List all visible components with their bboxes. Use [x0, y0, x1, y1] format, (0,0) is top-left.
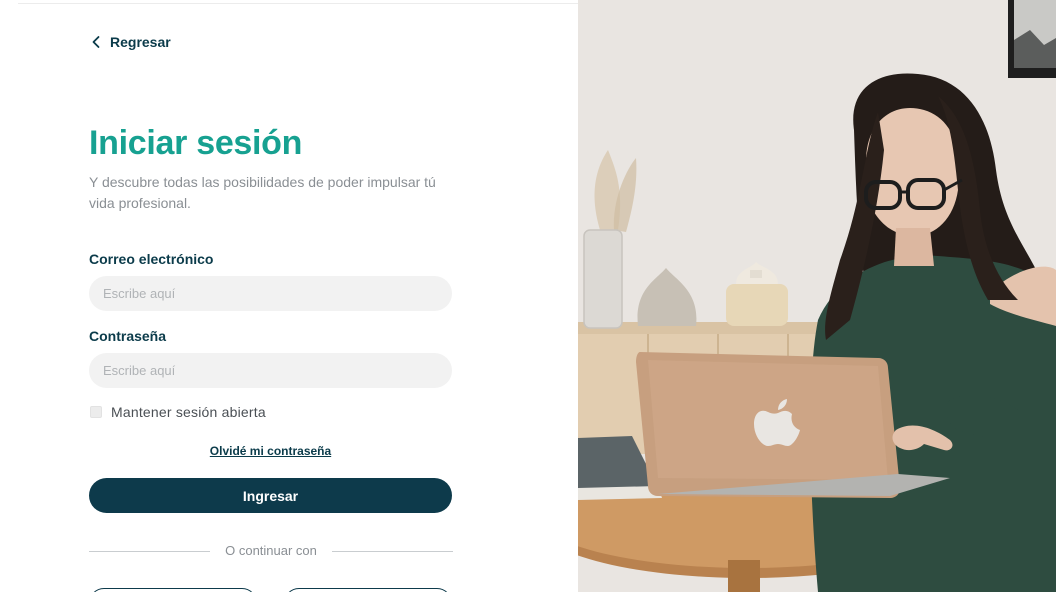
- forgot-password-link[interactable]: Olvidé mi contraseña: [89, 444, 452, 458]
- top-border: [18, 3, 578, 4]
- password-field[interactable]: [89, 353, 452, 388]
- page-title: Iniciar sesión: [89, 124, 303, 162]
- back-link[interactable]: Regresar: [90, 32, 171, 52]
- login-button[interactable]: Ingresar: [89, 478, 452, 513]
- hero-photo: [578, 0, 1056, 592]
- login-panel: Regresar Iniciar sesión Y descubre todas…: [0, 0, 578, 592]
- chevron-left-icon: [92, 36, 100, 48]
- email-label: Correo electrónico: [89, 251, 214, 267]
- back-link-label: Regresar: [110, 34, 171, 50]
- page-subtitle: Y descubre todas las posibilidades de po…: [89, 174, 436, 211]
- remember-label: Mantener sesión abierta: [111, 404, 266, 420]
- divider-text: O continuar con: [225, 543, 317, 558]
- divider-line-right: [332, 551, 453, 552]
- password-label: Contraseña: [89, 328, 167, 344]
- glass-vase: [583, 229, 623, 329]
- remember-session[interactable]: Mantener sesión abierta: [90, 404, 266, 420]
- hero-illustration: [578, 0, 1056, 592]
- divider-line-left: [89, 551, 210, 552]
- social-login-button-1[interactable]: [89, 588, 257, 592]
- remember-checkbox[interactable]: [90, 406, 102, 418]
- email-field[interactable]: [89, 276, 452, 311]
- social-login-button-2[interactable]: [284, 588, 452, 592]
